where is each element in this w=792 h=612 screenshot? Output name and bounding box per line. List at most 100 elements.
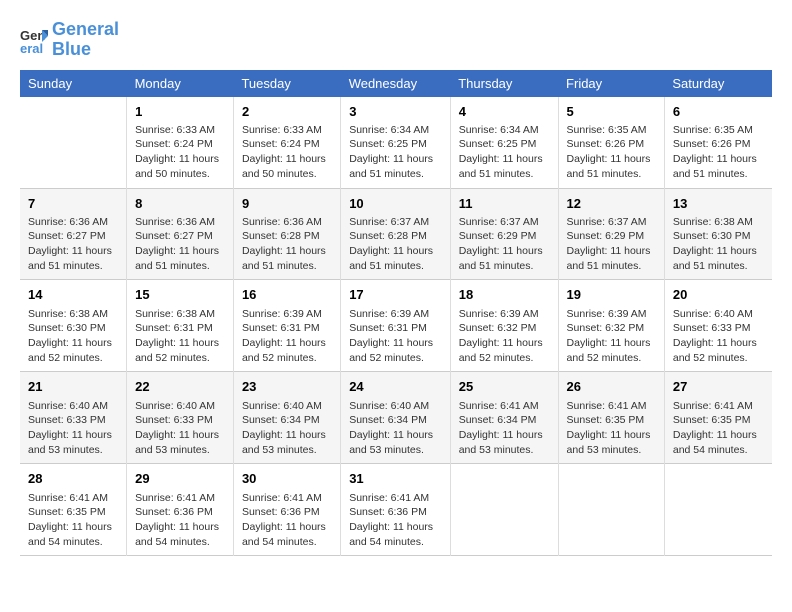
cell-content: Daylight: 11 hours: [242, 152, 332, 167]
cell-content: Sunset: 6:33 PM: [28, 413, 118, 428]
cell-content: Sunset: 6:32 PM: [459, 321, 550, 336]
calendar-cell: 14Sunrise: 6:38 AMSunset: 6:30 PMDayligh…: [20, 280, 127, 372]
cell-content: and 51 minutes.: [673, 259, 764, 274]
cell-content: Sunrise: 6:34 AM: [349, 123, 442, 138]
cell-content: Sunrise: 6:41 AM: [673, 399, 764, 414]
cell-content: Sunrise: 6:41 AM: [349, 491, 442, 506]
day-number: 4: [459, 103, 550, 121]
day-header-thursday: Thursday: [450, 70, 558, 97]
cell-content: and 51 minutes.: [459, 259, 550, 274]
cell-content: Sunset: 6:35 PM: [28, 505, 118, 520]
cell-content: Daylight: 11 hours: [135, 244, 225, 259]
cell-content: Sunset: 6:28 PM: [242, 229, 332, 244]
cell-content: Sunrise: 6:36 AM: [135, 215, 225, 230]
day-number: 6: [673, 103, 764, 121]
cell-content: and 51 minutes.: [567, 259, 656, 274]
cell-content: Sunrise: 6:33 AM: [135, 123, 225, 138]
cell-content: and 51 minutes.: [567, 167, 656, 182]
cell-content: Sunset: 6:34 PM: [459, 413, 550, 428]
cell-content: Daylight: 11 hours: [135, 428, 225, 443]
cell-content: and 52 minutes.: [349, 351, 442, 366]
cell-content: Daylight: 11 hours: [349, 336, 442, 351]
day-number: 20: [673, 286, 764, 304]
day-number: 18: [459, 286, 550, 304]
cell-content: Sunset: 6:24 PM: [135, 137, 225, 152]
day-number: 17: [349, 286, 442, 304]
cell-content: and 50 minutes.: [242, 167, 332, 182]
calendar-cell: 16Sunrise: 6:39 AMSunset: 6:31 PMDayligh…: [233, 280, 340, 372]
cell-content: Daylight: 11 hours: [673, 336, 764, 351]
calendar-cell: 19Sunrise: 6:39 AMSunset: 6:32 PMDayligh…: [558, 280, 664, 372]
day-number: 7: [28, 195, 118, 213]
day-number: 16: [242, 286, 332, 304]
calendar-cell: 20Sunrise: 6:40 AMSunset: 6:33 PMDayligh…: [664, 280, 772, 372]
cell-content: Daylight: 11 hours: [135, 152, 225, 167]
cell-content: Sunrise: 6:40 AM: [673, 307, 764, 322]
cell-content: Sunset: 6:36 PM: [349, 505, 442, 520]
day-number: 9: [242, 195, 332, 213]
cell-content: Sunset: 6:33 PM: [135, 413, 225, 428]
cell-content: Daylight: 11 hours: [242, 244, 332, 259]
calendar-cell: 4Sunrise: 6:34 AMSunset: 6:25 PMDaylight…: [450, 97, 558, 188]
cell-content: Sunset: 6:29 PM: [459, 229, 550, 244]
cell-content: Sunrise: 6:41 AM: [135, 491, 225, 506]
calendar-cell: 31Sunrise: 6:41 AMSunset: 6:36 PMDayligh…: [341, 464, 451, 556]
calendar-cell: 22Sunrise: 6:40 AMSunset: 6:33 PMDayligh…: [127, 372, 234, 464]
cell-content: Daylight: 11 hours: [349, 428, 442, 443]
cell-content: Daylight: 11 hours: [28, 244, 118, 259]
calendar-cell: 25Sunrise: 6:41 AMSunset: 6:34 PMDayligh…: [450, 372, 558, 464]
calendar-cell: 17Sunrise: 6:39 AMSunset: 6:31 PMDayligh…: [341, 280, 451, 372]
calendar-week-1: 1Sunrise: 6:33 AMSunset: 6:24 PMDaylight…: [20, 97, 772, 188]
cell-content: Sunset: 6:35 PM: [567, 413, 656, 428]
cell-content: Sunrise: 6:41 AM: [459, 399, 550, 414]
cell-content: Sunset: 6:36 PM: [242, 505, 332, 520]
calendar-week-3: 14Sunrise: 6:38 AMSunset: 6:30 PMDayligh…: [20, 280, 772, 372]
day-number: 22: [135, 378, 225, 396]
day-number: 31: [349, 470, 442, 488]
calendar-cell: [20, 97, 127, 188]
logo-icon: Gen eral: [20, 26, 48, 54]
cell-content: Sunset: 6:26 PM: [673, 137, 764, 152]
calendar-cell: 18Sunrise: 6:39 AMSunset: 6:32 PMDayligh…: [450, 280, 558, 372]
cell-content: Daylight: 11 hours: [349, 152, 442, 167]
day-number: 19: [567, 286, 656, 304]
cell-content: and 54 minutes.: [28, 535, 118, 550]
cell-content: Sunrise: 6:34 AM: [459, 123, 550, 138]
cell-content: Sunrise: 6:37 AM: [349, 215, 442, 230]
calendar-cell: 26Sunrise: 6:41 AMSunset: 6:35 PMDayligh…: [558, 372, 664, 464]
day-number: 8: [135, 195, 225, 213]
cell-content: Sunrise: 6:38 AM: [673, 215, 764, 230]
cell-content: and 53 minutes.: [135, 443, 225, 458]
cell-content: and 53 minutes.: [349, 443, 442, 458]
cell-content: Daylight: 11 hours: [673, 244, 764, 259]
cell-content: and 52 minutes.: [673, 351, 764, 366]
cell-content: Sunset: 6:34 PM: [349, 413, 442, 428]
calendar-cell: 27Sunrise: 6:41 AMSunset: 6:35 PMDayligh…: [664, 372, 772, 464]
calendar-cell: 28Sunrise: 6:41 AMSunset: 6:35 PMDayligh…: [20, 464, 127, 556]
day-number: 23: [242, 378, 332, 396]
calendar-week-5: 28Sunrise: 6:41 AMSunset: 6:35 PMDayligh…: [20, 464, 772, 556]
cell-content: Sunset: 6:28 PM: [349, 229, 442, 244]
calendar-cell: 30Sunrise: 6:41 AMSunset: 6:36 PMDayligh…: [233, 464, 340, 556]
calendar-cell: 6Sunrise: 6:35 AMSunset: 6:26 PMDaylight…: [664, 97, 772, 188]
cell-content: Sunset: 6:35 PM: [673, 413, 764, 428]
cell-content: Sunset: 6:25 PM: [459, 137, 550, 152]
day-header-tuesday: Tuesday: [233, 70, 340, 97]
day-number: 12: [567, 195, 656, 213]
calendar-cell: 10Sunrise: 6:37 AMSunset: 6:28 PMDayligh…: [341, 188, 451, 280]
cell-content: and 52 minutes.: [567, 351, 656, 366]
cell-content: Daylight: 11 hours: [28, 520, 118, 535]
cell-content: Daylight: 11 hours: [349, 244, 442, 259]
calendar-table: SundayMondayTuesdayWednesdayThursdayFrid…: [20, 70, 772, 557]
cell-content: Sunset: 6:29 PM: [567, 229, 656, 244]
day-header-saturday: Saturday: [664, 70, 772, 97]
cell-content: and 51 minutes.: [349, 259, 442, 274]
calendar-cell: 1Sunrise: 6:33 AMSunset: 6:24 PMDaylight…: [127, 97, 234, 188]
cell-content: and 51 minutes.: [135, 259, 225, 274]
cell-content: Daylight: 11 hours: [28, 336, 118, 351]
cell-content: and 52 minutes.: [242, 351, 332, 366]
cell-content: Daylight: 11 hours: [567, 428, 656, 443]
logo-text: GeneralBlue: [52, 20, 119, 60]
cell-content: Sunset: 6:27 PM: [135, 229, 225, 244]
cell-content: Sunrise: 6:41 AM: [242, 491, 332, 506]
